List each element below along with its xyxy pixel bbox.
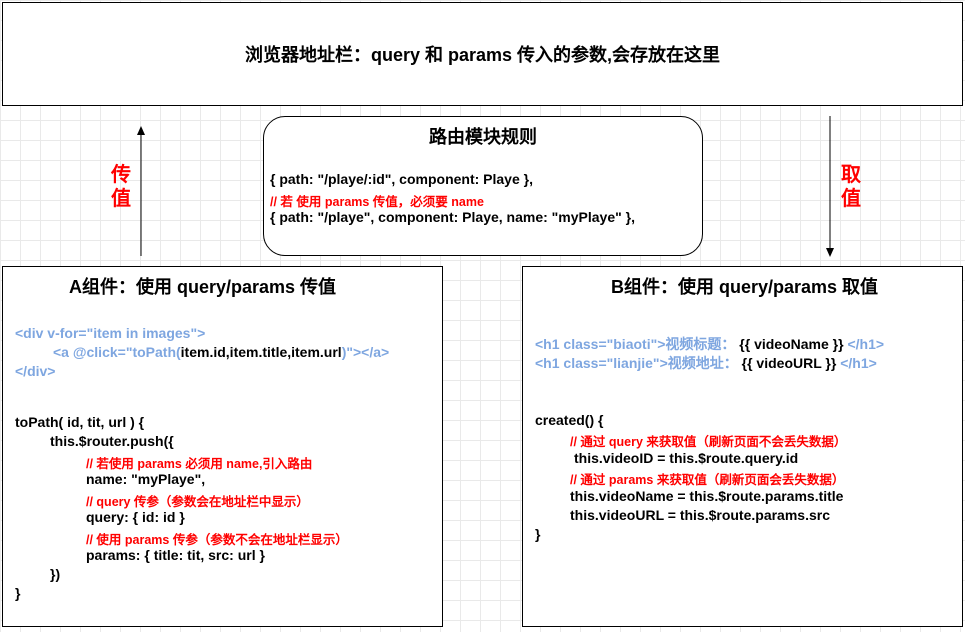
template-div-close: </div> bbox=[15, 363, 56, 379]
get-value-label: 取 值 bbox=[840, 163, 862, 211]
code-func-close: } bbox=[15, 585, 21, 601]
code-topath: toPath( id, tit, url ) { bbox=[15, 414, 145, 430]
route-rule-1: { path: "/playe/:id", component: Playe }… bbox=[270, 171, 533, 187]
code-name: name: "myPlaye", bbox=[86, 471, 206, 487]
code-video-id: this.videoID = this.$route.query.id bbox=[574, 450, 799, 466]
pass-value-char-1: 传 bbox=[111, 164, 131, 186]
template-anchor-args: item.id,item.title,item.url bbox=[180, 344, 342, 360]
h1-url-value: {{ videoURL }} bbox=[741, 355, 837, 371]
routing-title: 路由模块规则 bbox=[429, 127, 537, 147]
code-video-url: this.videoURL = this.$route.params.src bbox=[570, 507, 830, 523]
pass-value-char-2: 值 bbox=[111, 188, 131, 210]
h1-title-open: <h1 class="biaoti">视频标题： bbox=[535, 336, 736, 352]
template-h1-title: <h1 class="biaoti">视频标题： {{ videoName }}… bbox=[535, 334, 884, 354]
down-arrow-icon bbox=[826, 116, 834, 257]
get-value-char-1: 取 bbox=[841, 164, 861, 186]
code-created-close: } bbox=[535, 526, 541, 542]
template-anchor-end: )"></a> bbox=[341, 344, 390, 360]
comment-name: // 若使用 params 必须用 name,引入路由 bbox=[86, 457, 313, 471]
code-router-push: this.$router.push({ bbox=[50, 433, 174, 449]
component-a-box: A组件：使用 query/params 传值 <div v-for="item … bbox=[2, 266, 443, 627]
component-b-title: B组件：使用 query/params 取值 bbox=[611, 277, 879, 297]
get-value-char-2: 值 bbox=[841, 188, 861, 210]
comment-params: // 使用 params 传参（参数不会在地址栏显示） bbox=[86, 533, 348, 547]
routing-rules-box: 路由模块规则 { path: "/playe/:id", component: … bbox=[263, 116, 703, 256]
code-push-close: }) bbox=[50, 566, 61, 582]
h1-title-close: </h1> bbox=[847, 336, 885, 352]
comment-query: // query 传参（参数会在地址栏中显示） bbox=[86, 495, 309, 509]
up-arrow-icon bbox=[137, 126, 145, 256]
template-anchor-start: <a @click="toPath( bbox=[53, 344, 181, 360]
h1-title-value: {{ videoName }} bbox=[739, 336, 844, 352]
component-a-title: A组件：使用 query/params 传值 bbox=[69, 277, 337, 297]
code-created: created() { bbox=[535, 412, 604, 428]
route-comment: // 若 使用 params 传值，必须要 name bbox=[270, 195, 484, 209]
browser-address-bar-box: 浏览器地址栏：query 和 params 传入的参数,会存放在这里 bbox=[2, 2, 963, 106]
code-params: params: { title: tit, src: url } bbox=[86, 547, 265, 563]
h1-url-open: <h1 class="lianjie">视频地址： bbox=[535, 355, 738, 371]
template-div-open: <div v-for="item in images"> bbox=[15, 325, 206, 341]
template-anchor: <a @click="toPath(item.id,item.title,ite… bbox=[53, 344, 389, 360]
h1-url-close: </h1> bbox=[840, 355, 877, 371]
comment-query-get: // 通过 query 来获取值（刷新页面不会丢失数据） bbox=[570, 435, 847, 449]
comment-params-get: // 通过 params 来获取值（刷新页面会丢失数据） bbox=[570, 473, 845, 487]
pass-value-label: 传 值 bbox=[110, 163, 132, 211]
code-query: query: { id: id } bbox=[86, 509, 185, 525]
template-h1-url: <h1 class="lianjie">视频地址： {{ videoURL }}… bbox=[535, 353, 877, 373]
code-video-name: this.videoName = this.$route.params.titl… bbox=[570, 488, 844, 504]
route-rule-2: { path: "/playe", component: Playe, name… bbox=[270, 209, 635, 225]
component-b-box: B组件：使用 query/params 取值 <h1 class="biaoti… bbox=[522, 266, 963, 627]
address-bar-text: 浏览器地址栏：query 和 params 传入的参数,会存放在这里 bbox=[244, 45, 721, 65]
